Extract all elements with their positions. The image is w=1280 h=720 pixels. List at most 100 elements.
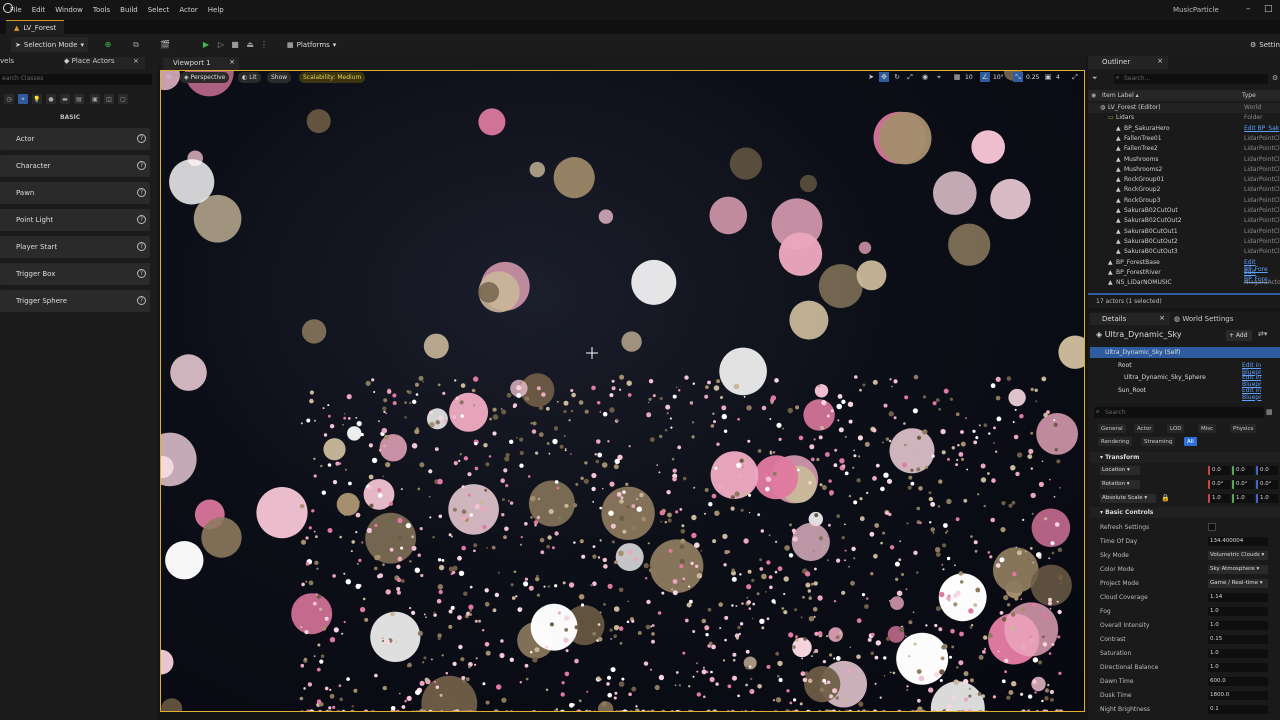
menu-build[interactable]: Build [115, 6, 143, 14]
grid-snap-value[interactable]: 10 [965, 74, 973, 81]
property-matrix-icon[interactable]: ▦ [1266, 408, 1273, 416]
blueprint-icon[interactable]: ⧉ [130, 39, 142, 50]
scalability-button[interactable]: Scalability: Medium [299, 72, 366, 83]
menu-edit[interactable]: Edit [27, 6, 51, 14]
camera-speed-value[interactable]: 4 [1056, 74, 1060, 81]
prop-field[interactable]: 0.1 [1208, 705, 1268, 714]
scale-snap-icon[interactable]: ⤡ [1013, 72, 1023, 82]
lights-filter-icon[interactable]: 💡 [32, 94, 42, 104]
outliner-row[interactable]: ▲ SakuraB02CutOut LidarPointCl [1088, 206, 1280, 216]
viewport-options-icon[interactable]: ≡ [164, 72, 174, 82]
tab-outliner[interactable]: Outliner × [1088, 56, 1168, 69]
outliner-row[interactable]: ▲ NS_LiDarNOMUSIC NiagaraActo [1088, 278, 1280, 288]
lock-icon[interactable]: 🔒 [1161, 494, 1170, 502]
prop-dropdown[interactable]: Game / Real-time ▾ [1208, 579, 1268, 588]
search-classes-input[interactable]: earch Classes [0, 74, 152, 85]
category-lod[interactable]: LOD [1167, 424, 1185, 433]
category-physics[interactable]: Physics [1230, 424, 1257, 433]
outliner-row[interactable]: ◍ LV_Forest (Editor) World [1088, 103, 1280, 113]
category-misc[interactable]: Misc [1198, 424, 1217, 433]
outliner-row[interactable]: ▲ Mushrooms2 LidarPointCl [1088, 165, 1280, 175]
help-icon[interactable]: ? [137, 161, 146, 170]
scale-snap-value[interactable]: 0.25 [1026, 74, 1039, 81]
rotation-dropdown[interactable]: Rotation ▾ [1100, 480, 1140, 489]
component-row[interactable]: Ultra_Dynamic_Sky (Self) [1090, 347, 1280, 358]
tab-levels[interactable]: vels [0, 57, 14, 69]
scale-dropdown[interactable]: Absolute Scale ▾ [1100, 494, 1156, 503]
close-icon[interactable]: × [133, 57, 139, 69]
geometry-filter-icon[interactable]: ◫ [104, 94, 114, 104]
cinematics-icon[interactable]: 🎬 [159, 39, 171, 50]
more-options-icon[interactable]: ⋮ [258, 39, 270, 50]
help-icon[interactable]: ? [137, 188, 146, 197]
section-basic-controls[interactable]: ▾ Basic Controls [1090, 507, 1280, 518]
category-all[interactable]: All [1184, 437, 1197, 446]
visual-effects-filter-icon[interactable]: ▤ [74, 94, 84, 104]
play-icon[interactable]: ▶ [200, 39, 212, 50]
actor-item-trigger-box[interactable]: Trigger Box? [0, 263, 150, 285]
tab-world-settings[interactable]: ◍ World Settings [1174, 315, 1233, 323]
tab-viewport-1[interactable]: Viewport 1 × [163, 57, 239, 70]
outliner-row[interactable]: ▲ SakuraB0CutOut2 LidarPointCl [1088, 237, 1280, 247]
prop-field[interactable]: 1.0 [1208, 649, 1268, 658]
column-item-label[interactable]: Item Label ▴ [1102, 92, 1139, 99]
scale-x-field[interactable]: 1.0 [1208, 494, 1230, 503]
actor-item-pawn[interactable]: Pawn? [0, 182, 150, 204]
outliner-row[interactable]: ▲ Mushrooms LidarPointCl [1088, 155, 1280, 165]
scale-y-field[interactable]: 1.0 [1232, 494, 1254, 503]
location-z-field[interactable]: 0.0 [1256, 466, 1278, 475]
move-tool-icon[interactable]: ✥ [879, 72, 889, 82]
lit-button[interactable]: ◐ Lit [238, 72, 261, 83]
help-icon[interactable]: ? [137, 269, 146, 278]
outliner-settings-icon[interactable]: ⚙ [1272, 74, 1278, 82]
help-icon[interactable]: ? [137, 242, 146, 251]
menu-tools[interactable]: Tools [88, 6, 115, 14]
minimize-icon[interactable]: – [1246, 4, 1251, 14]
actor-item-point-light[interactable]: Point Light? [0, 209, 150, 231]
volumes-filter-icon[interactable]: ▣ [90, 94, 100, 104]
step-icon[interactable]: ▷ [215, 39, 227, 50]
prop-field[interactable]: 1.0 [1208, 663, 1268, 672]
prop-field[interactable]: 1.14 [1208, 593, 1268, 602]
stop-icon[interactable]: ■ [229, 39, 241, 50]
prop-field[interactable]: 1800.0 [1208, 691, 1268, 700]
surface-snap-icon[interactable]: ⌖ [934, 72, 944, 82]
cinematic-filter-icon[interactable]: ▬ [60, 94, 70, 104]
add-component-button[interactable]: + Add [1226, 330, 1252, 341]
world-space-icon[interactable]: ◉ [920, 72, 930, 82]
actor-item-player-start[interactable]: Player Start? [0, 236, 150, 258]
level-tab[interactable]: ▲ LV_Forest [6, 20, 65, 34]
menu-window[interactable]: Window [50, 6, 88, 14]
outliner-row[interactable]: ▲ SakuraB02CutOut2 LidarPointCl [1088, 216, 1280, 226]
rotation-z-field[interactable]: 0.0° [1256, 480, 1278, 489]
rotation-x-field[interactable]: 0.0° [1208, 480, 1230, 489]
perspective-button[interactable]: ◈ Perspective [180, 72, 230, 83]
camera-speed-icon[interactable]: ▣ [1043, 72, 1053, 82]
actor-item-trigger-sphere[interactable]: Trigger Sphere? [0, 290, 150, 312]
refresh-settings-checkbox[interactable] [1208, 523, 1216, 531]
basic-filter-icon[interactable]: ✦ [18, 94, 28, 104]
prop-dropdown[interactable]: Volumetric Clouds ▾ [1208, 551, 1268, 560]
component-row[interactable]: Root Edit in Bluepr [1090, 360, 1280, 376]
edit-blueprint-link[interactable]: Edit BP_Sak [1244, 125, 1279, 132]
menu-help[interactable]: Help [203, 6, 229, 14]
category-actor[interactable]: Actor [1134, 424, 1155, 433]
settings-button[interactable]: ⚙ Settin [1246, 37, 1280, 52]
rotation-y-field[interactable]: 0.0° [1232, 480, 1254, 489]
outliner-row[interactable]: ▲ SakuraB0CutOut1 LidarPointCl [1088, 227, 1280, 237]
visibility-icon[interactable]: ◉ [1091, 92, 1096, 99]
add-content-icon[interactable]: ⊕ [102, 39, 114, 50]
outliner-row[interactable]: ▲ RockGroup3 LidarPointCl [1088, 196, 1280, 206]
prop-field[interactable]: 1.0 [1208, 621, 1268, 630]
selection-mode-button[interactable]: ➤ Selection Mode ▾ [11, 37, 88, 52]
prop-field[interactable]: 600.0 [1208, 677, 1268, 686]
actor-item-character[interactable]: Character? [0, 155, 150, 177]
component-row[interactable]: Ultra_Dynamic_Sky_Sphere Edit in Bluepr [1090, 372, 1280, 388]
maximize-icon[interactable]: □ [1264, 4, 1273, 14]
column-type[interactable]: Type [1242, 92, 1256, 99]
rotation-snap-value[interactable]: 10° [993, 74, 1004, 81]
outliner-row[interactable]: ▲ FallenTree01 LidarPointCl [1088, 134, 1280, 144]
edit-in-blueprint-link[interactable]: Edit in Bluepr [1242, 387, 1280, 401]
platforms-button[interactable]: ▦ Platforms ▾ [283, 37, 340, 52]
actor-item-actor[interactable]: Actor? [0, 128, 150, 150]
